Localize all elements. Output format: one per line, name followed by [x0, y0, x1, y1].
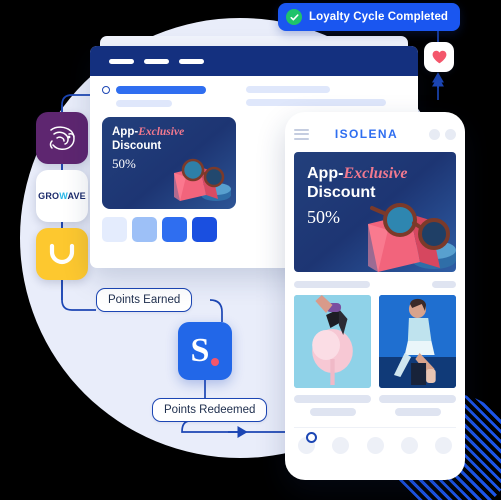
- phone-hero-banner: App-Exclusive Discount 50%: [294, 152, 456, 272]
- browser-tab-dash: [144, 58, 169, 64]
- phone-mockup: ISOLENA App-Exclusive Discount 50%: [285, 112, 465, 480]
- illustration-stage: Loyalty Cycle Completed App-Exclusive Di…: [0, 0, 501, 500]
- app-icon-yotpo[interactable]: [36, 228, 88, 280]
- check-circle-icon: [286, 9, 302, 25]
- lion-head-icon: [49, 126, 75, 150]
- color-swatch[interactable]: [132, 217, 157, 242]
- phone-bottom-nav: [294, 428, 456, 454]
- hamburger-icon[interactable]: [294, 128, 309, 140]
- placeholder-line: [116, 100, 172, 107]
- content-placeholder-lines: [246, 86, 406, 106]
- product-card[interactable]: [379, 295, 456, 416]
- sunglasses-product-image: [174, 158, 231, 201]
- phone-header: ISOLENA: [294, 122, 456, 146]
- label-points-redeemed: Points Redeemed: [152, 398, 268, 422]
- product-price-placeholder: [309, 408, 356, 416]
- product-grid: [294, 295, 456, 416]
- product-image-cotton-candy: [294, 295, 371, 388]
- nav-item[interactable]: [400, 437, 418, 454]
- product-image-model: [379, 295, 456, 388]
- promo-banner: App-Exclusive Discount 50%: [102, 117, 236, 209]
- browser-tab-dash: [179, 58, 204, 64]
- hero-line-1: App-Exclusive: [307, 165, 408, 182]
- browser-tab-dash: [109, 58, 134, 64]
- wire-endpoint-ring: [306, 432, 317, 443]
- status-badge: Loyalty Cycle Completed: [278, 3, 461, 31]
- product-title-placeholder: [294, 395, 371, 403]
- product-price-placeholder: [394, 408, 441, 416]
- phone-brand-title: ISOLENA: [334, 127, 399, 141]
- shopify-dot: [211, 358, 220, 366]
- shopify-app-icon[interactable]: S: [178, 322, 232, 380]
- nav-item[interactable]: [435, 437, 452, 454]
- search-icon[interactable]: [429, 128, 440, 140]
- placeholder-line: [294, 281, 370, 288]
- color-swatch[interactable]: [162, 217, 187, 242]
- cart-icon[interactable]: [445, 128, 456, 140]
- product-title-placeholder: [379, 395, 456, 403]
- heart-icon: [432, 50, 446, 64]
- browser-title-bar: [90, 46, 418, 76]
- growave-wordmark: GROWAVE: [38, 191, 86, 201]
- sunglasses-hero-image: [368, 203, 456, 272]
- label-points-earned: Points Earned: [96, 288, 193, 312]
- app-icon-growave[interactable]: GROWAVE: [36, 170, 88, 222]
- app-icon-smile-io[interactable]: [36, 112, 88, 164]
- product-card[interactable]: [294, 295, 371, 416]
- shopify-letter: S: [190, 332, 210, 369]
- smile-arc-icon: [49, 243, 75, 265]
- placeholder-line: [246, 99, 386, 106]
- placeholder-line: [246, 86, 330, 93]
- active-highlight-bar: [116, 86, 206, 94]
- node-ring-icon: [102, 86, 110, 94]
- nav-item[interactable]: [366, 437, 384, 454]
- promo-line-1: App-Exclusive: [112, 126, 185, 138]
- heart-chip: [424, 42, 454, 72]
- placeholder-line: [432, 281, 456, 288]
- phone-section-header: [294, 281, 456, 288]
- status-badge-label: Loyalty Cycle Completed: [309, 11, 449, 23]
- color-swatch[interactable]: [192, 217, 217, 242]
- nav-item[interactable]: [332, 437, 350, 454]
- color-swatch[interactable]: [102, 217, 127, 242]
